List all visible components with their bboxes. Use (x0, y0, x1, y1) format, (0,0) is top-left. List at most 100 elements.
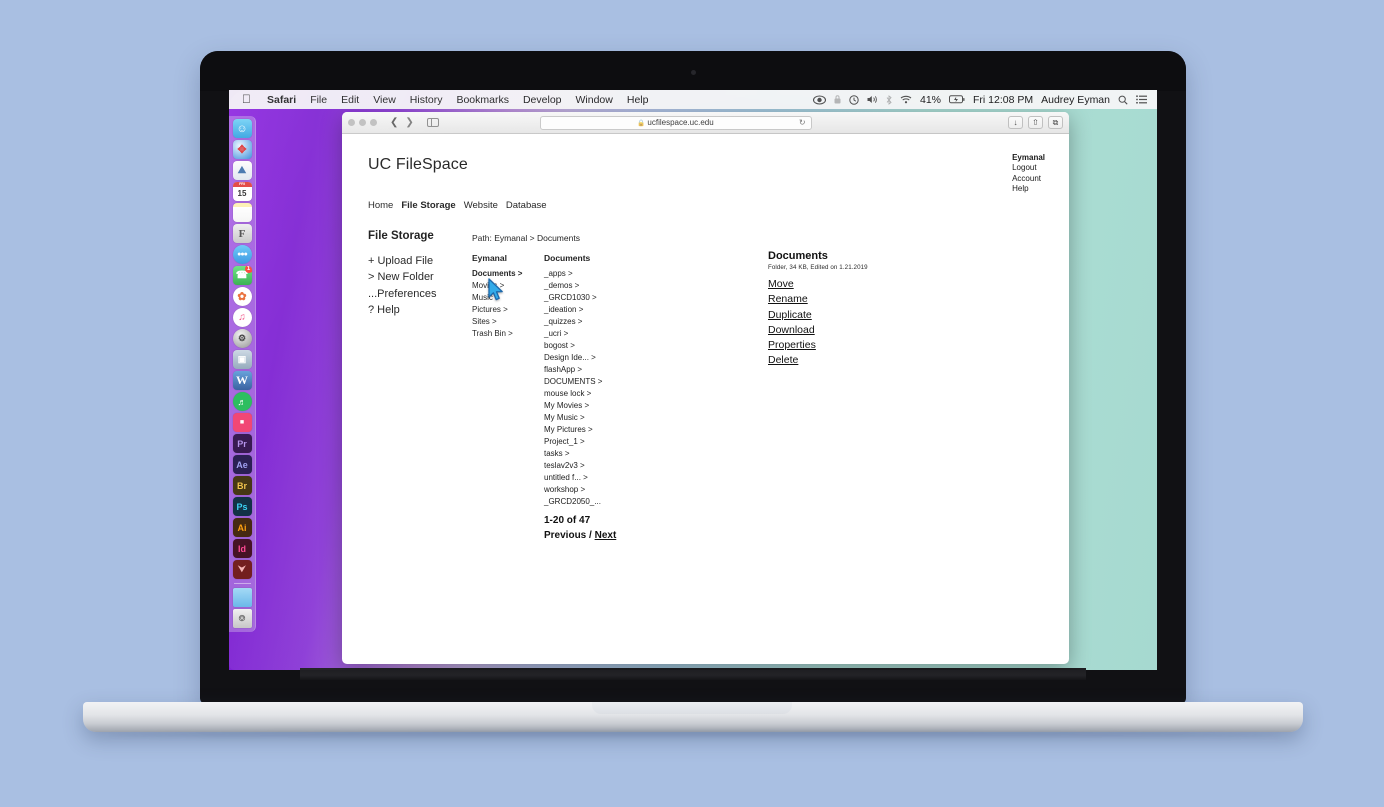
file-item-my-pictures[interactable]: My Pictures > (544, 424, 602, 436)
dock-item-adobe-acrobat[interactable]: ⮟ (232, 560, 252, 579)
dock-item-calendar[interactable]: FRI 15 (232, 182, 252, 201)
dock-item-messages[interactable]: ●●● (232, 245, 252, 264)
account-link-help[interactable]: Help (1012, 184, 1045, 194)
time-machine-icon[interactable] (849, 94, 859, 105)
file-item-pictures[interactable]: Pictures > (472, 304, 522, 316)
file-item-tasks[interactable]: tasks > (544, 448, 602, 460)
dock-item-downloads-folder[interactable] (232, 588, 252, 607)
action-duplicate[interactable]: Duplicate (768, 308, 812, 323)
dock-item-trash[interactable]: ⎊ (232, 609, 252, 628)
menu-item-help[interactable]: Help (620, 94, 656, 106)
menu-item-safari[interactable]: Safari (260, 94, 303, 106)
dock-item-facetime[interactable]: ☎ 1 (232, 266, 252, 285)
close-button[interactable] (348, 119, 355, 126)
minimize-button[interactable] (359, 119, 366, 126)
action-help[interactable]: ? Help (368, 302, 436, 318)
account-link-logout[interactable]: Logout (1012, 163, 1045, 173)
file-item-mouse-lock[interactable]: mouse lock > (544, 388, 602, 400)
file-item-grcd2050[interactable]: _GRCD2050_... (544, 496, 602, 508)
dock-item-finder[interactable]: ☺ (232, 119, 252, 138)
share-button[interactable]: ⇧ (1027, 116, 1043, 129)
action-preferences[interactable]: ...Preferences (368, 286, 436, 302)
lock-icon[interactable] (834, 95, 841, 104)
menu-item-file[interactable]: File (303, 94, 334, 106)
maximize-button[interactable] (370, 119, 377, 126)
file-item-trash-bin[interactable]: Trash Bin > (472, 328, 522, 340)
dock-item-adobe-illustrator[interactable]: Ai (232, 518, 252, 537)
previous-link[interactable]: Previous (544, 530, 586, 541)
file-item-documents-upper[interactable]: DOCUMENTS > (544, 376, 602, 388)
dock-item-unknown-pink-app[interactable]: ■ (232, 413, 252, 432)
dock-item-adobe-indesign[interactable]: Id (232, 539, 252, 558)
file-item-teslav2v3[interactable]: teslav2v3 > (544, 460, 602, 472)
action-rename[interactable]: Rename (768, 292, 808, 307)
action-move[interactable]: Move (768, 277, 794, 292)
file-item-demos[interactable]: _demos > (544, 280, 602, 292)
dock-item-itunes[interactable]: ♫ (232, 308, 252, 327)
apple-icon[interactable]:  (235, 93, 260, 107)
dock-item-font-book[interactable]: F (232, 224, 252, 243)
dock-item-app-store[interactable]: ⚙ (232, 329, 252, 348)
dock-item-safari[interactable]: ✥ (232, 140, 252, 159)
reload-icon[interactable]: ↻ (799, 118, 806, 127)
dock-item-image-capture[interactable]: ▣ (232, 350, 252, 369)
downloads-button[interactable]: ↓ (1007, 116, 1023, 129)
menu-item-edit[interactable]: Edit (334, 94, 366, 106)
search-icon[interactable] (1118, 95, 1128, 105)
control-center-icon[interactable] (1136, 95, 1147, 104)
dock-item-microsoft-word[interactable]: W (232, 371, 252, 390)
file-item-my-music[interactable]: My Music > (544, 412, 602, 424)
file-item-apps[interactable]: _apps > (544, 268, 602, 280)
forward-button[interactable]: ❯ (405, 117, 413, 128)
column-header: Documents (544, 253, 591, 263)
action-delete[interactable]: Delete (768, 353, 798, 368)
account-link-account[interactable]: Account (1012, 174, 1045, 184)
menu-item-view[interactable]: View (366, 94, 403, 106)
back-button[interactable]: ❮ (390, 117, 398, 128)
nav-link-file-storage[interactable]: File Storage (401, 200, 455, 211)
file-item-sites[interactable]: Sites > (472, 316, 522, 328)
action-upload-file[interactable]: + Upload File (368, 253, 436, 269)
wifi-icon[interactable] (900, 95, 912, 104)
menu-item-bookmarks[interactable]: Bookmarks (449, 94, 516, 106)
volume-icon[interactable] (867, 95, 878, 104)
menu-user-name[interactable]: Audrey Eyman (1041, 94, 1110, 106)
file-item-design-ideation[interactable]: Design Ide... > (544, 352, 602, 364)
file-item-workshop[interactable]: workshop > (544, 484, 602, 496)
dock-item-adobe-after-effects[interactable]: Ae (232, 455, 252, 474)
menu-datetime: Fri 12:08 PM (973, 93, 1034, 106)
file-item-ucri[interactable]: _ucri > (544, 328, 602, 340)
action-new-folder[interactable]: > New Folder (368, 269, 436, 285)
file-item-my-movies[interactable]: My Movies > (544, 400, 602, 412)
next-link[interactable]: Next (595, 530, 617, 541)
nav-link-database[interactable]: Database (506, 200, 547, 211)
nav-link-home[interactable]: Home (368, 200, 393, 211)
nav-link-website[interactable]: Website (464, 200, 498, 211)
menu-item-history[interactable]: History (403, 94, 450, 106)
file-item-grcd1030[interactable]: _GRCD1030 > (544, 292, 602, 304)
file-item-flashapp[interactable]: flashApp > (544, 364, 602, 376)
file-item-ideation[interactable]: _ideation > (544, 304, 602, 316)
accessibility-icon[interactable] (813, 94, 826, 105)
dock-item-adobe-bridge[interactable]: Br (232, 476, 252, 495)
file-item-untitled-folder[interactable]: untitled f... > (544, 472, 602, 484)
file-item-quizzes[interactable]: _quizzes > (544, 316, 602, 328)
file-storage-actions: + Upload File > New Folder ...Preference… (368, 253, 436, 318)
file-item-project-1[interactable]: Project_1 > (544, 436, 602, 448)
sidebar-toggle-icon[interactable] (426, 118, 439, 127)
dock-item-spotify[interactable]: ♬ (232, 392, 252, 411)
tabs-button[interactable]: ⧉ (1047, 116, 1063, 129)
dock-item-preview[interactable]: ⛰ (232, 161, 252, 180)
dock-item-notes[interactable] (232, 203, 252, 222)
battery-icon[interactable] (949, 95, 965, 104)
action-properties[interactable]: Properties (768, 338, 816, 353)
address-bar[interactable]: 🔒 ucfilespace.uc.edu ↻ (539, 115, 812, 130)
dock-item-adobe-photoshop[interactable]: Ps (232, 497, 252, 516)
menu-item-develop[interactable]: Develop (516, 94, 569, 106)
bluetooth-icon[interactable] (886, 94, 892, 105)
menu-item-window[interactable]: Window (569, 94, 620, 106)
file-item-bogost[interactable]: bogost > (544, 340, 602, 352)
action-download[interactable]: Download (768, 323, 815, 338)
dock-item-photos[interactable]: ✿ (232, 287, 252, 306)
dock-item-adobe-premiere[interactable]: Pr (232, 434, 252, 453)
